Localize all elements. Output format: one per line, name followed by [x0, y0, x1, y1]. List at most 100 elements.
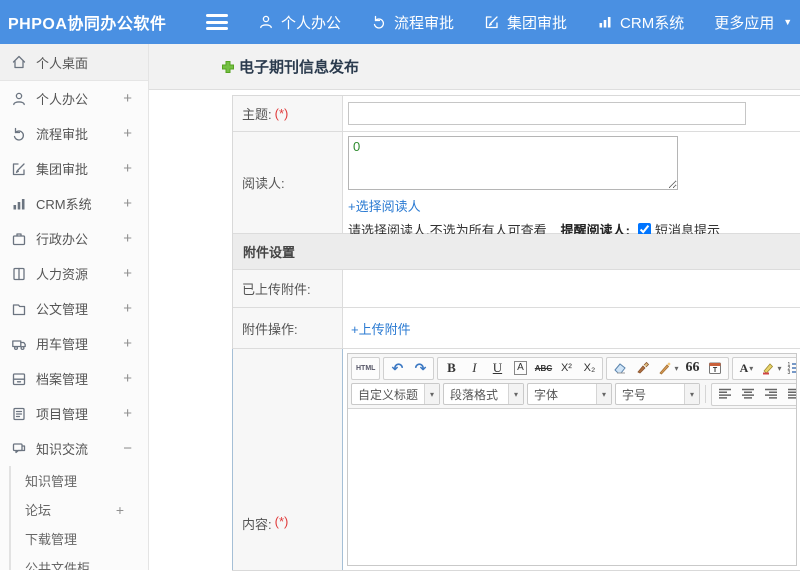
custom-title-select[interactable]: 自定义标题 ▾: [351, 383, 440, 405]
blockquote-button[interactable]: 66: [681, 359, 703, 378]
expand-icon[interactable]: +: [123, 90, 138, 107]
ordered-list-icon[interactable]: 123▾: [784, 359, 796, 378]
sidebar-item-crm-system[interactable]: CRM系统 +: [0, 186, 148, 221]
nav-item-label: 集团审批: [507, 14, 568, 32]
redo-button[interactable]: ↷: [409, 359, 431, 378]
chevron-down-icon: ▾: [749, 363, 754, 373]
select-readers-link[interactable]: +选择阅读人: [348, 199, 421, 214]
sidebar-item-group-approval[interactable]: 集团审批 +: [0, 151, 148, 186]
content-row: 内容:(*) HTML↶↷BIUAABCX²X₂▾66TA▾▾123▾ 自定义标…: [232, 349, 800, 570]
nav-item-crm-system[interactable]: CRM系统: [597, 12, 684, 33]
archive-icon: [10, 370, 27, 387]
align-left-icon[interactable]: [714, 385, 736, 404]
sidebar-item-personal-desktop[interactable]: 个人桌面: [0, 44, 148, 81]
font-color-box-button[interactable]: A: [509, 359, 531, 378]
editor-content-area[interactable]: [348, 408, 796, 565]
chevron-down-icon[interactable]: ▾: [684, 384, 699, 404]
sidebar-item-human-resources[interactable]: 人力资源 +: [0, 256, 148, 291]
align-center-icon[interactable]: [737, 385, 759, 404]
paragraph-format-select[interactable]: 段落格式 ▾: [443, 383, 524, 405]
subject-row: 主题: (*): [233, 96, 800, 132]
underline-button[interactable]: U: [486, 359, 508, 378]
rich-text-editor: HTML↶↷BIUAABCX²X₂▾66TA▾▾123▾ 自定义标题▾段落格式▾…: [347, 353, 797, 566]
sidebar-item-workflow-approval[interactable]: 流程审批 +: [0, 116, 148, 151]
expand-icon[interactable]: +: [123, 125, 138, 142]
sidebar-subitem-knowledge-management[interactable]: 知识管理: [11, 466, 148, 495]
expand-icon[interactable]: +: [123, 405, 138, 422]
expand-icon[interactable]: +: [123, 160, 138, 177]
sidebar-subgroup-knowledge-exchange: 知识管理论坛 + 下载管理公共文件柜: [9, 466, 148, 570]
insert-template-icon[interactable]: T: [704, 359, 726, 378]
edit-icon: [484, 14, 500, 30]
highlight-icon[interactable]: ▾: [758, 359, 783, 378]
eraser-icon[interactable]: [609, 359, 631, 378]
upload-attachment-link[interactable]: +上传附件: [351, 319, 411, 338]
strikethrough-button[interactable]: ABC: [532, 359, 554, 378]
chevron-down-icon[interactable]: ▾: [508, 384, 523, 404]
sidebar-item-project-management[interactable]: 项目管理 +: [0, 396, 148, 431]
nav-item-personal-office[interactable]: 个人办公: [258, 12, 341, 33]
uploaded-attachments-row: 已上传附件:: [233, 270, 800, 308]
header-nav: 个人办公 流程审批 集团审批 CRM系统 更多应用 ▼: [258, 12, 792, 33]
chevron-down-icon[interactable]: ▾: [424, 384, 439, 404]
expand-icon[interactable]: +: [123, 230, 138, 247]
format-painter-icon[interactable]: [632, 359, 654, 378]
readers-label: 阅读人:: [233, 132, 343, 233]
bold-button[interactable]: B: [440, 359, 462, 378]
page-title: 电子期刊信息发布: [221, 56, 359, 77]
subject-label: 主题: (*): [233, 96, 343, 131]
editor-toolbar-row2: 自定义标题 ▾ 段落格式 ▾ 字体 ▾ 字号 ▾: [348, 382, 796, 408]
nav-item-label: 个人办公: [281, 14, 342, 32]
sidebar-item-admin-office[interactable]: 行政办公 +: [0, 221, 148, 256]
nav-item-more-apps[interactable]: 更多应用 ▼: [714, 12, 792, 33]
sidebar-item-personal-office[interactable]: 个人办公 +: [0, 81, 148, 116]
auto-typeset-icon[interactable]: ▾: [655, 359, 680, 378]
chevron-down-icon: ▼: [783, 17, 793, 27]
sidebar-subitem-public-file-cabinet[interactable]: 公共文件柜: [11, 553, 148, 570]
readers-textarea[interactable]: [348, 136, 678, 190]
expand-icon[interactable]: +: [123, 335, 138, 352]
sidebar-subitem-label: 公共文件柜: [25, 561, 91, 570]
toolbar-group: B I U A ABC X² X₂: [437, 356, 604, 380]
sidebar-item-archive-management[interactable]: 档案管理 +: [0, 361, 148, 396]
expand-icon[interactable]: +: [123, 370, 138, 387]
align-right-icon[interactable]: [760, 385, 782, 404]
align-justify-icon[interactable]: [783, 385, 796, 404]
sidebar-item-label: 行政办公: [36, 232, 89, 247]
html-source-button[interactable]: HTML: [354, 359, 377, 378]
toolbar-group: ▾ 66 T: [606, 356, 730, 380]
expand-icon[interactable]: +: [123, 265, 138, 282]
font-size-select[interactable]: 字号 ▾: [615, 383, 700, 405]
subscript-button[interactable]: X₂: [578, 359, 600, 378]
chevron-down-icon[interactable]: ▾: [596, 384, 611, 404]
font-family-select[interactable]: 字体 ▾: [527, 383, 612, 405]
sidebar-subitem-label: 论坛: [25, 503, 52, 518]
sidebar-item-knowledge-exchange[interactable]: 知识交流 −: [0, 431, 148, 466]
expand-icon[interactable]: +: [123, 195, 138, 212]
italic-button[interactable]: I: [463, 359, 485, 378]
sidebar-subitem-forum[interactable]: 论坛 +: [11, 495, 148, 524]
nav-item-group-approval[interactable]: 集团审批: [484, 12, 567, 33]
chart-icon: [10, 195, 27, 212]
sidebar-item-label: 流程审批: [36, 127, 89, 142]
project-icon: [10, 405, 27, 422]
expand-icon[interactable]: +: [116, 502, 148, 518]
undo-button[interactable]: ↶: [386, 359, 408, 378]
user-icon: [258, 14, 274, 30]
select-value: 段落格式: [450, 387, 499, 402]
sidebar-item-document-management[interactable]: 公文管理 +: [0, 291, 148, 326]
required-mark: (*): [274, 514, 289, 529]
hamburger-menu-icon[interactable]: [206, 14, 228, 30]
nav-item-workflow-approval[interactable]: 流程审批: [371, 12, 454, 33]
collapse-icon[interactable]: −: [123, 440, 138, 457]
expand-icon[interactable]: +: [123, 300, 138, 317]
page-title-text: 电子期刊信息发布: [239, 59, 360, 76]
superscript-button[interactable]: X²: [555, 359, 577, 378]
select-value: 字体: [534, 387, 559, 402]
nav-item-label: 更多应用: [714, 14, 775, 32]
font-color-button[interactable]: A ▾: [735, 359, 757, 378]
sidebar-item-vehicle-management[interactable]: 用车管理 +: [0, 326, 148, 361]
subject-input[interactable]: [348, 102, 746, 125]
sidebar-subitem-download-management[interactable]: 下载管理: [11, 524, 148, 553]
sidebar-item-label: 用车管理: [36, 337, 89, 352]
